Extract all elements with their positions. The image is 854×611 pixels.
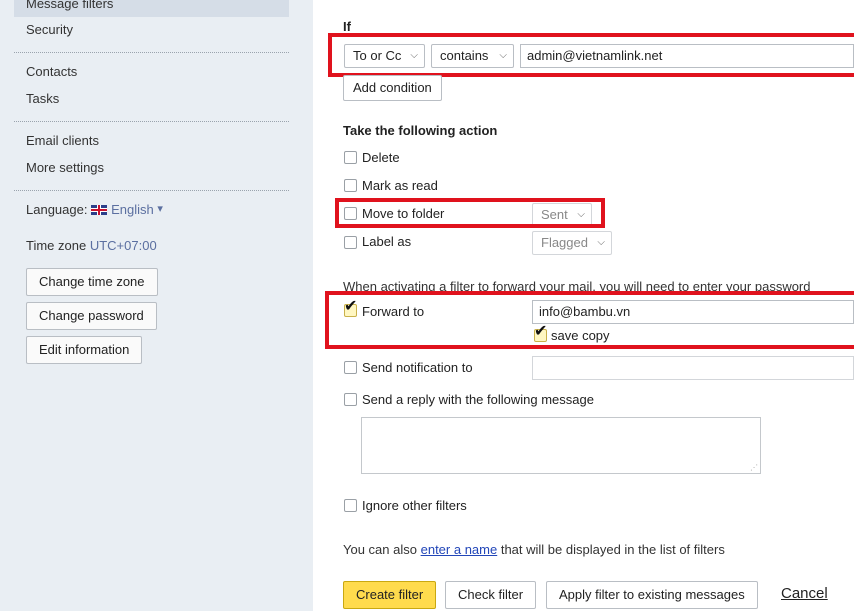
condition-operator-select[interactable]: contains ⌵: [431, 44, 514, 68]
check-filter-button[interactable]: Check filter: [445, 581, 537, 609]
sidebar-divider: [14, 121, 289, 122]
condition-operator-value: contains: [440, 48, 489, 63]
caret-down-icon: ▾: [157, 203, 163, 215]
filter-editor: If To or Cc ⌵ contains ⌵ admin@vietnamli…: [313, 0, 854, 611]
ignore-filters-checkbox[interactable]: [344, 499, 357, 512]
resize-grip-icon[interactable]: ⋰: [750, 463, 758, 472]
language-selector[interactable]: English ▾: [91, 202, 163, 217]
folder-select[interactable]: Sent ⌵: [532, 203, 592, 227]
chevron-down-icon: ⌵: [597, 237, 605, 248]
reply-label: Send a reply with the following message: [362, 392, 594, 407]
change-timezone-button[interactable]: Change time zone: [26, 268, 158, 296]
sidebar-item-tasks[interactable]: Tasks: [26, 91, 59, 106]
move-folder-checkbox[interactable]: [344, 207, 357, 220]
sidebar-item-security[interactable]: Security: [26, 22, 73, 37]
condition-field-value: To or Cc: [353, 48, 402, 63]
add-condition-button[interactable]: Add condition: [343, 75, 442, 101]
notify-label: Send notification to: [362, 360, 473, 375]
delete-label: Delete: [362, 150, 400, 165]
label-as-checkbox[interactable]: [344, 236, 357, 249]
notify-checkbox[interactable]: [344, 361, 357, 374]
filter-name-prefix: You can also: [343, 542, 417, 557]
reply-message-textarea[interactable]: ⋰: [361, 417, 761, 474]
edit-information-button[interactable]: Edit information: [26, 336, 143, 364]
chevron-down-icon: ⌵: [410, 50, 418, 61]
notify-email-input[interactable]: [532, 356, 854, 380]
delete-checkbox[interactable]: [344, 151, 357, 164]
folder-select-value: Sent: [541, 207, 568, 222]
sidebar-item-contacts[interactable]: Contacts: [26, 64, 77, 79]
forward-label: Forward to: [362, 304, 425, 319]
language-row: Language: English ▾: [26, 202, 163, 217]
enter-name-link[interactable]: enter a name: [421, 542, 498, 557]
save-copy-checkbox[interactable]: ✔: [534, 324, 547, 342]
chevron-down-icon: ⌵: [499, 50, 507, 61]
forward-notice: When activating a filter to forward your…: [343, 279, 811, 294]
forward-checkbox[interactable]: ✔: [344, 299, 357, 317]
timezone-row: Time zone UTC+07:00: [26, 238, 157, 253]
sidebar-item-message-filters[interactable]: Message filters: [14, 0, 289, 17]
settings-sidebar: Message filters Security Contacts Tasks …: [0, 0, 313, 611]
mark-read-label: Mark as read: [362, 178, 438, 193]
checkmark-icon: ✔: [534, 323, 548, 340]
sidebar-divider: [14, 52, 289, 53]
mark-read-checkbox[interactable]: [344, 179, 357, 192]
move-folder-label: Move to folder: [362, 206, 445, 221]
save-copy-label: save copy: [551, 328, 610, 343]
condition-field-select[interactable]: To or Cc ⌵: [344, 44, 425, 68]
uk-flag-icon: [91, 205, 108, 215]
change-password-button[interactable]: Change password: [26, 302, 157, 330]
timezone-label: Time zone: [26, 238, 87, 253]
filter-name-hint: You can also enter a name that will be d…: [343, 542, 725, 557]
label-as-label: Label as: [362, 234, 412, 249]
cancel-link[interactable]: Cancel: [781, 585, 828, 602]
forward-email-input[interactable]: info@bambu.vn: [532, 300, 854, 324]
checkmark-icon: ✔: [344, 298, 358, 315]
language-label: Language:: [26, 202, 88, 217]
sidebar-divider: [14, 190, 289, 191]
reply-checkbox[interactable]: [344, 393, 357, 406]
timezone-value: UTC+07:00: [89, 238, 157, 253]
sidebar-item-email-clients[interactable]: Email clients: [26, 133, 99, 148]
sidebar-item-more-settings[interactable]: More settings: [26, 160, 104, 175]
chevron-down-icon: ⌵: [577, 209, 585, 220]
filter-name-suffix: that will be displayed in the list of fi…: [500, 542, 725, 557]
create-filter-button[interactable]: Create filter: [343, 581, 437, 609]
condition-value-input[interactable]: admin@vietnamlink.net: [520, 44, 854, 68]
ignore-filters-label: Ignore other filters: [362, 498, 467, 513]
label-select-value: Flagged: [541, 235, 588, 250]
if-heading: If: [343, 19, 351, 34]
language-value: English: [111, 202, 154, 217]
label-select[interactable]: Flagged ⌵: [532, 231, 612, 255]
apply-existing-button[interactable]: Apply filter to existing messages: [546, 581, 758, 609]
action-heading: Take the following action: [343, 123, 498, 138]
